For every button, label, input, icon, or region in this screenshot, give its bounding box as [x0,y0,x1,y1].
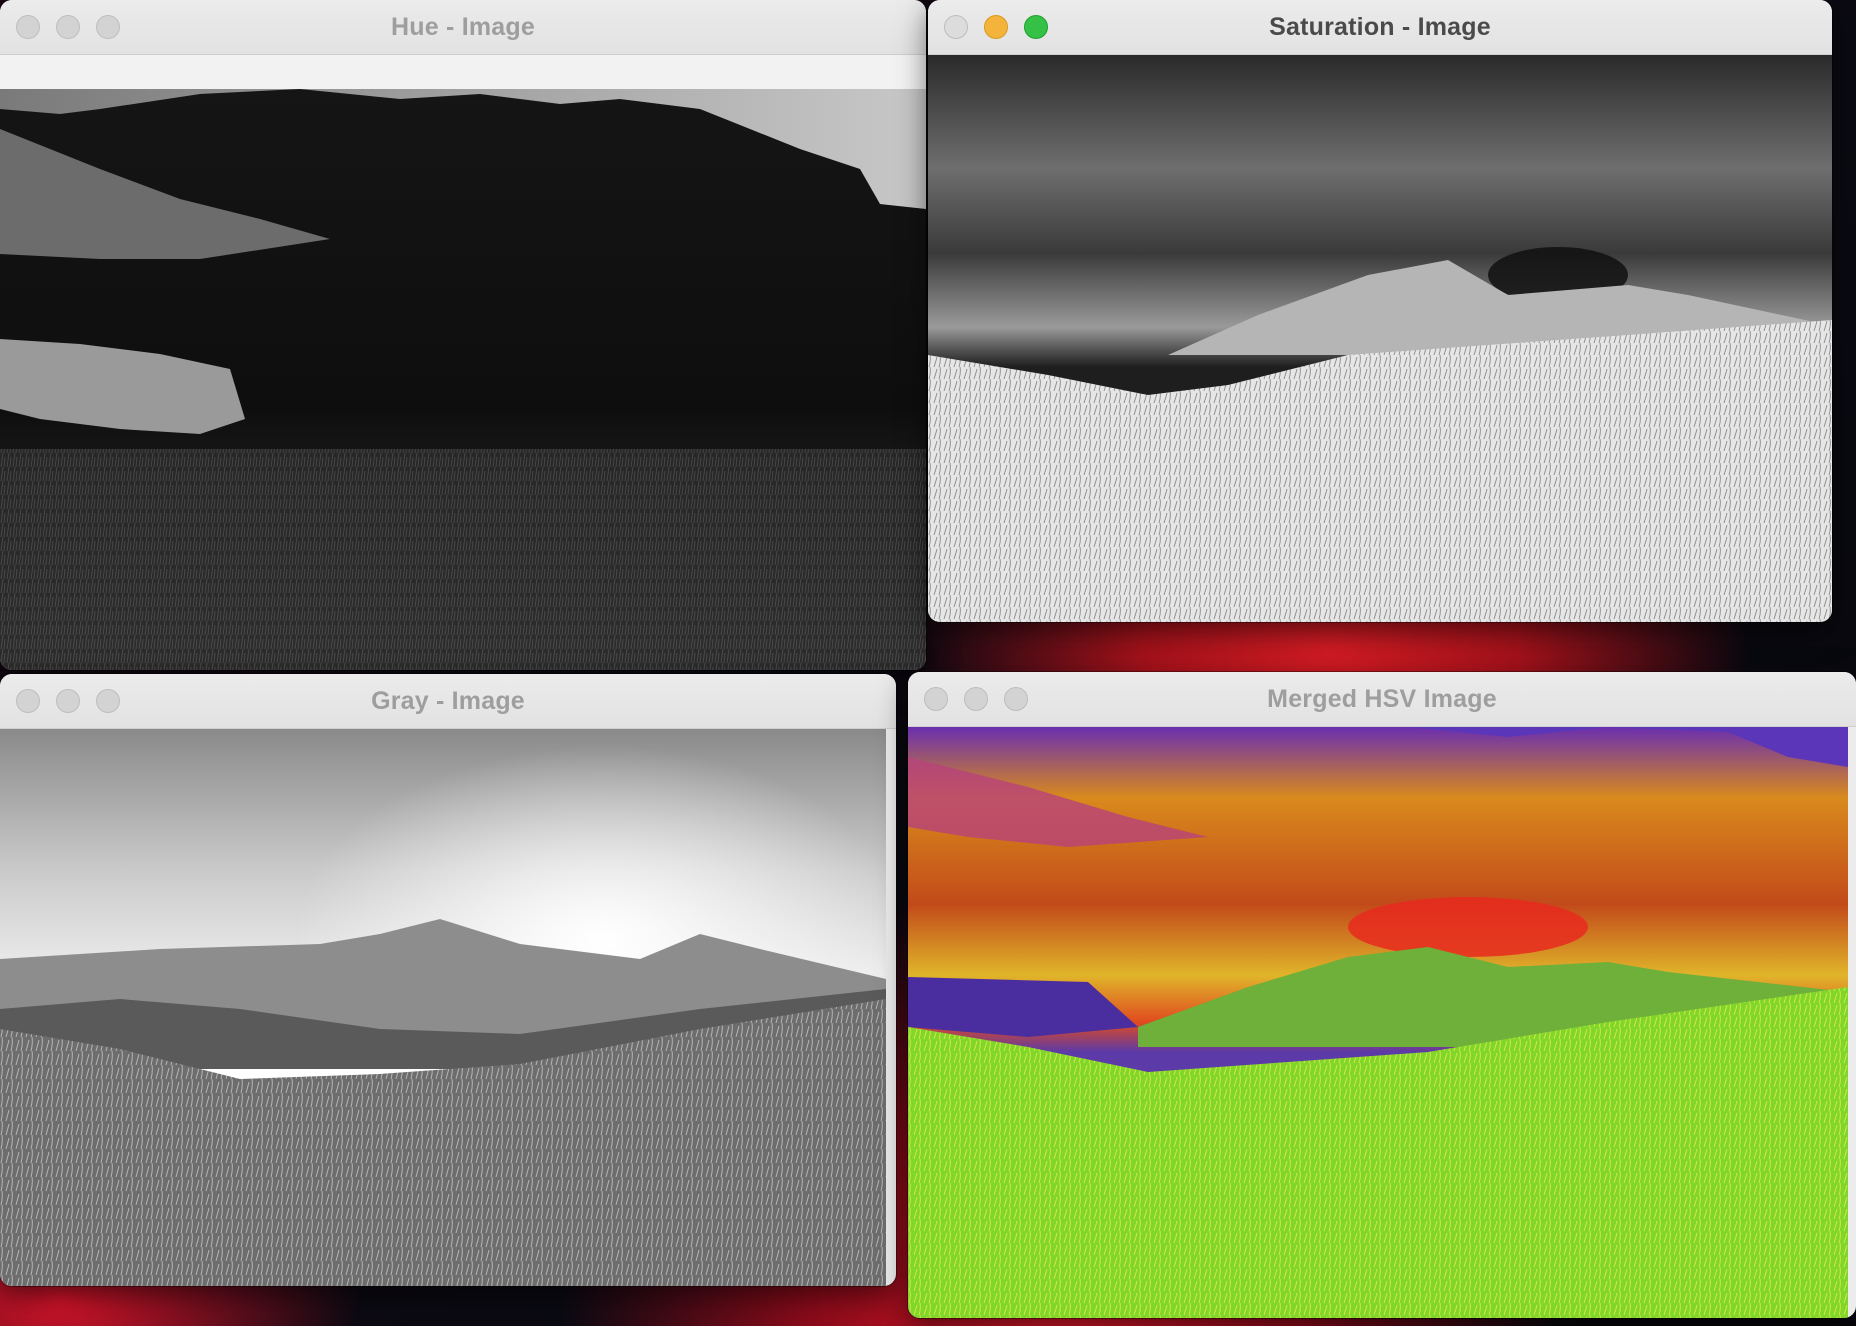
window-title: Merged HSV Image [1267,685,1497,713]
image-top-margin [0,55,926,89]
hue-window[interactable]: Hue - Image [0,0,926,670]
hue-image [0,89,926,670]
merged-hsv-image [908,727,1848,1318]
saturation-image [928,55,1832,622]
window-title: Gray - Image [371,687,525,715]
window-title: Hue - Image [391,13,535,41]
gray-window[interactable]: Gray - Image [0,674,896,1286]
window-title: Saturation - Image [1269,13,1491,41]
merged-hsv-window[interactable]: Merged HSV Image [908,672,1856,1318]
saturation-window[interactable]: Saturation - Image [928,0,1832,622]
gray-image [0,729,886,1286]
